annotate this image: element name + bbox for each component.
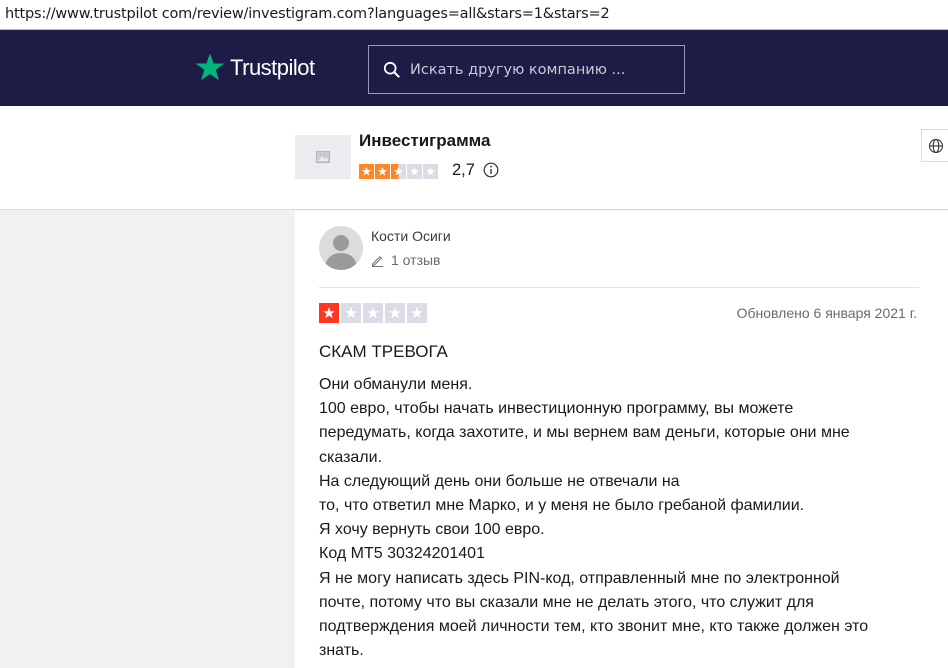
reviewer-review-count: 1 отзыв bbox=[371, 252, 441, 268]
review-line: Они обманули меня. bbox=[319, 376, 473, 393]
image-placeholder-icon bbox=[316, 151, 330, 163]
review-line: передумать, когда захотите, и мы вернем … bbox=[319, 424, 850, 442]
star-4 bbox=[385, 303, 405, 323]
review-line: знать. bbox=[319, 642, 364, 660]
info-icon[interactable] bbox=[483, 162, 499, 178]
star-5 bbox=[407, 303, 427, 323]
company-logo-placeholder bbox=[295, 135, 351, 179]
star-3 bbox=[391, 164, 406, 179]
search-icon bbox=[383, 61, 400, 78]
star-3 bbox=[363, 303, 383, 323]
user-avatar-icon bbox=[325, 235, 357, 270]
star-2 bbox=[375, 164, 390, 179]
review-line: подтверждения моей личности тем, кто зво… bbox=[319, 618, 869, 636]
company-rating-value: 2,7 bbox=[452, 161, 475, 179]
review-title[interactable]: СКАМ ТРЕВОГА bbox=[319, 342, 448, 362]
review-line: Код МТ5 30324201401 bbox=[319, 545, 485, 563]
review-body: Они обманули меня. 100 евро, чтобы начат… bbox=[319, 373, 919, 663]
review-line: На следующий день они больше не отвечали… bbox=[319, 472, 680, 490]
search-placeholder: Искать другую компанию ... bbox=[410, 61, 626, 78]
url-text[interactable]: https://www.trustpilot com/review/invest… bbox=[5, 6, 610, 22]
star-5 bbox=[423, 164, 438, 179]
review-line: сказали. bbox=[319, 448, 383, 466]
reviewer-name[interactable]: Кости Осиги bbox=[371, 228, 451, 244]
trustpilot-star-icon bbox=[195, 53, 225, 81]
pencil-icon bbox=[371, 255, 384, 267]
company-name[interactable]: Инвестиграмма bbox=[359, 131, 490, 151]
browser-address-bar[interactable]: https://www.trustpilot com/review/invest… bbox=[0, 0, 948, 30]
review-line: 100 евро, чтобы начать инвестиционную пр… bbox=[319, 400, 794, 418]
star-4 bbox=[407, 164, 422, 179]
review-line: почте, потому что вы сказали мне не дела… bbox=[319, 593, 814, 611]
divider bbox=[319, 287, 919, 288]
company-header bbox=[0, 106, 948, 210]
company-star-rating bbox=[359, 164, 439, 179]
review-line: Я хочу вернуть свои 100 евро. bbox=[319, 521, 545, 539]
star-1 bbox=[359, 164, 374, 179]
company-search-input[interactable]: Искать другую компанию ... bbox=[368, 45, 685, 94]
language-globe-button[interactable] bbox=[921, 129, 948, 162]
star-2 bbox=[341, 303, 361, 323]
globe-icon bbox=[928, 138, 944, 153]
star-1 bbox=[319, 303, 339, 323]
review-date: Обновлено 6 января 2021 г. bbox=[736, 305, 917, 321]
review-star-rating bbox=[319, 303, 429, 323]
logo-text: Trustpilot bbox=[230, 55, 315, 80]
review-line: Я не могу написать здесь PIN-код, отправ… bbox=[319, 569, 840, 587]
trustpilot-logo[interactable]: Trustpilot bbox=[194, 50, 315, 86]
review-line: то, что ответил мне Марко, и у меня не б… bbox=[319, 497, 805, 515]
review-count-text: 1 отзыв bbox=[391, 252, 441, 268]
avatar[interactable] bbox=[319, 226, 363, 270]
